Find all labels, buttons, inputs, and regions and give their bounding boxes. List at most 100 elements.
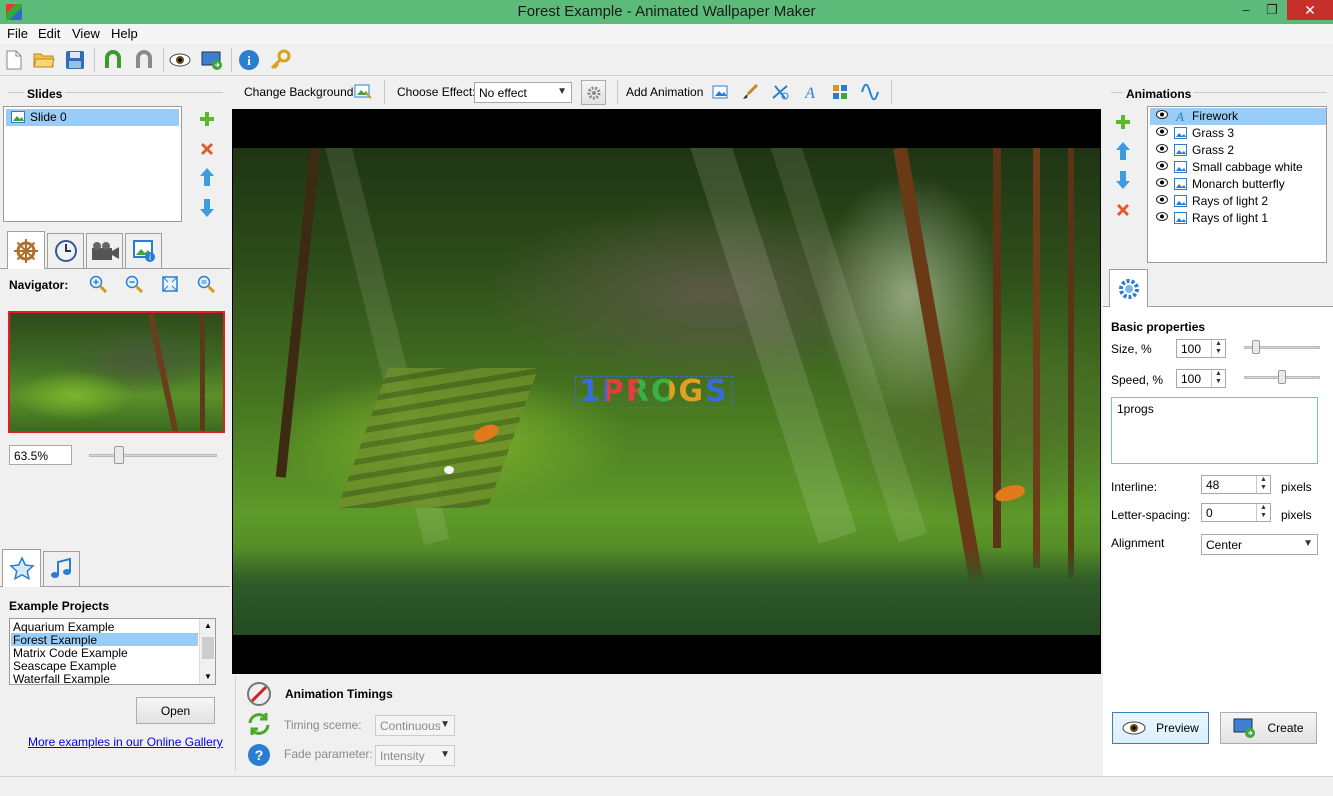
visibility-eye-icon[interactable]	[1156, 212, 1168, 221]
zoom-out-icon[interactable]	[124, 274, 144, 294]
cabbage-white-animation	[444, 466, 454, 474]
add-wave-animation-icon[interactable]	[860, 82, 880, 102]
alignment-select[interactable]: Center ▼	[1201, 534, 1318, 555]
clock-icon	[54, 240, 77, 262]
wallpaper-canvas[interactable]: 1PROGS	[232, 109, 1101, 674]
info-icon[interactable]: i	[237, 48, 261, 72]
help-icon[interactable]: ?	[246, 742, 272, 768]
create-wallpaper-icon[interactable]	[200, 48, 224, 72]
preview-eye-icon[interactable]	[168, 48, 192, 72]
new-icon[interactable]	[2, 48, 26, 72]
list-item[interactable]: Monarch butterfly	[1150, 176, 1326, 193]
list-item[interactable]: Grass 3	[1150, 125, 1326, 142]
title-bar: Forest Example - Animated Wallpaper Make…	[0, 0, 1333, 24]
visibility-eye-icon[interactable]	[1156, 161, 1168, 170]
zoom-actual-icon[interactable]	[196, 274, 216, 294]
visibility-eye-icon[interactable]	[1156, 127, 1168, 136]
timing-scheme-select[interactable]: Continuous ▼	[375, 715, 455, 736]
tab-image-info[interactable]: i	[125, 233, 162, 268]
speed-slider-thumb[interactable]	[1278, 370, 1286, 384]
menu-help[interactable]: Help	[111, 26, 138, 41]
size-slider-thumb[interactable]	[1252, 340, 1261, 354]
list-item[interactable]: Seascape Example	[11, 659, 198, 673]
speed-spinner[interactable]: 100 ▲ ▼	[1176, 369, 1226, 388]
tab-timings[interactable]	[47, 233, 84, 268]
preview-eye-icon	[1122, 721, 1146, 735]
tab-examples[interactable]	[2, 549, 41, 587]
list-item[interactable]: Forest Example	[11, 633, 198, 647]
slides-list[interactable]: Slide 0	[3, 106, 182, 222]
move-animation-up-icon[interactable]	[1113, 141, 1133, 161]
open-folder-icon[interactable]	[32, 48, 56, 72]
list-item[interactable]: Waterfall Example	[11, 672, 198, 684]
list-item[interactable]: Slide 0	[6, 109, 179, 126]
visibility-eye-icon[interactable]	[1156, 178, 1168, 187]
list-item[interactable]: Matrix Code Example	[11, 646, 198, 660]
examples-list[interactable]: Aquarium Example Forest Example Matrix C…	[9, 618, 216, 685]
move-up-icon[interactable]	[197, 167, 217, 187]
zoom-fit-icon[interactable]	[160, 274, 180, 294]
add-brush-animation-icon[interactable]	[740, 82, 760, 102]
effect-settings-button[interactable]	[581, 80, 606, 105]
effect-select[interactable]: No effect ▼	[474, 82, 572, 103]
online-gallery-link[interactable]: More examples in our Online Gallery	[28, 735, 223, 749]
list-item[interactable]: Small cabbage white	[1150, 159, 1326, 176]
undo-icon[interactable]	[101, 48, 125, 72]
create-button[interactable]: Create	[1220, 712, 1317, 744]
close-button[interactable]: ✕	[1287, 0, 1333, 20]
interline-spinner[interactable]: 48 ▲ ▼	[1201, 475, 1271, 494]
zoom-in-icon[interactable]	[88, 274, 108, 294]
preview-button[interactable]: Preview	[1112, 712, 1209, 744]
image-animation-icon	[1174, 127, 1187, 139]
add-sprite-animation-icon[interactable]	[830, 82, 850, 102]
visibility-eye-icon[interactable]	[1156, 144, 1168, 153]
move-down-icon[interactable]	[197, 198, 217, 218]
visibility-eye-icon[interactable]	[1156, 110, 1168, 119]
tab-properties[interactable]	[1109, 269, 1148, 307]
list-item[interactable]: Grass 2	[1150, 142, 1326, 159]
key-icon[interactable]	[268, 48, 292, 72]
animations-list[interactable]: A Firework Grass 3 Grass 2 Small cabbage…	[1147, 106, 1327, 263]
menu-view[interactable]: View	[72, 26, 100, 41]
change-background-label[interactable]: Change Background	[244, 85, 353, 99]
redo-icon[interactable]	[132, 48, 156, 72]
zoom-slider-track[interactable]	[89, 454, 217, 457]
change-background-icon[interactable]	[353, 82, 373, 102]
list-item[interactable]: Rays of light 2	[1150, 193, 1326, 210]
zoom-slider-thumb[interactable]	[114, 446, 124, 464]
toolbar-separator	[163, 48, 164, 72]
zoom-percent-field[interactable]: 63.5%	[9, 445, 72, 465]
save-icon[interactable]	[63, 48, 87, 72]
fade-parameter-select[interactable]: Intensity ▼	[375, 745, 455, 766]
navigator-thumbnail[interactable]	[8, 311, 225, 433]
tab-music[interactable]	[43, 551, 80, 586]
menu-file[interactable]: File	[7, 26, 28, 41]
move-animation-down-icon[interactable]	[1113, 170, 1133, 190]
letter-spacing-spinner[interactable]: 0 ▲ ▼	[1201, 503, 1271, 522]
size-spinner[interactable]: 100 ▲ ▼	[1176, 339, 1226, 358]
svg-text:i: i	[149, 253, 151, 262]
list-item[interactable]: Rays of light 1	[1150, 210, 1326, 227]
visibility-eye-icon[interactable]	[1156, 195, 1168, 204]
open-button[interactable]: Open	[136, 697, 215, 724]
add-image-animation-icon[interactable]	[710, 82, 730, 102]
minimize-button[interactable]: –	[1232, 0, 1260, 20]
add-slide-icon[interactable]	[197, 109, 217, 129]
tab-navigator[interactable]	[7, 231, 45, 269]
menu-edit[interactable]: Edit	[38, 26, 60, 41]
list-item[interactable]: A Firework	[1150, 108, 1326, 125]
add-effect-animation-icon[interactable]	[770, 82, 790, 102]
examples-scrollbar[interactable]: ▲ ▼	[199, 619, 215, 684]
add-text-animation-icon[interactable]: A	[800, 82, 820, 102]
image-animation-icon	[1174, 144, 1187, 156]
properties-panel: Basic properties Size, % 100 ▲ ▼ Speed, % …	[1103, 307, 1333, 776]
tab-camera[interactable]	[86, 233, 123, 268]
maximize-button[interactable]: ❐	[1258, 0, 1286, 20]
delete-animation-icon[interactable]	[1113, 200, 1133, 220]
add-animation-icon[interactable]	[1113, 112, 1133, 132]
list-item[interactable]: Aquarium Example	[11, 620, 198, 634]
text-content-field[interactable]: 1progs	[1111, 397, 1318, 464]
firework-text-overlay[interactable]: 1PROGS	[575, 376, 733, 408]
interline-unit: pixels	[1281, 480, 1312, 494]
delete-slide-icon[interactable]	[197, 139, 217, 159]
